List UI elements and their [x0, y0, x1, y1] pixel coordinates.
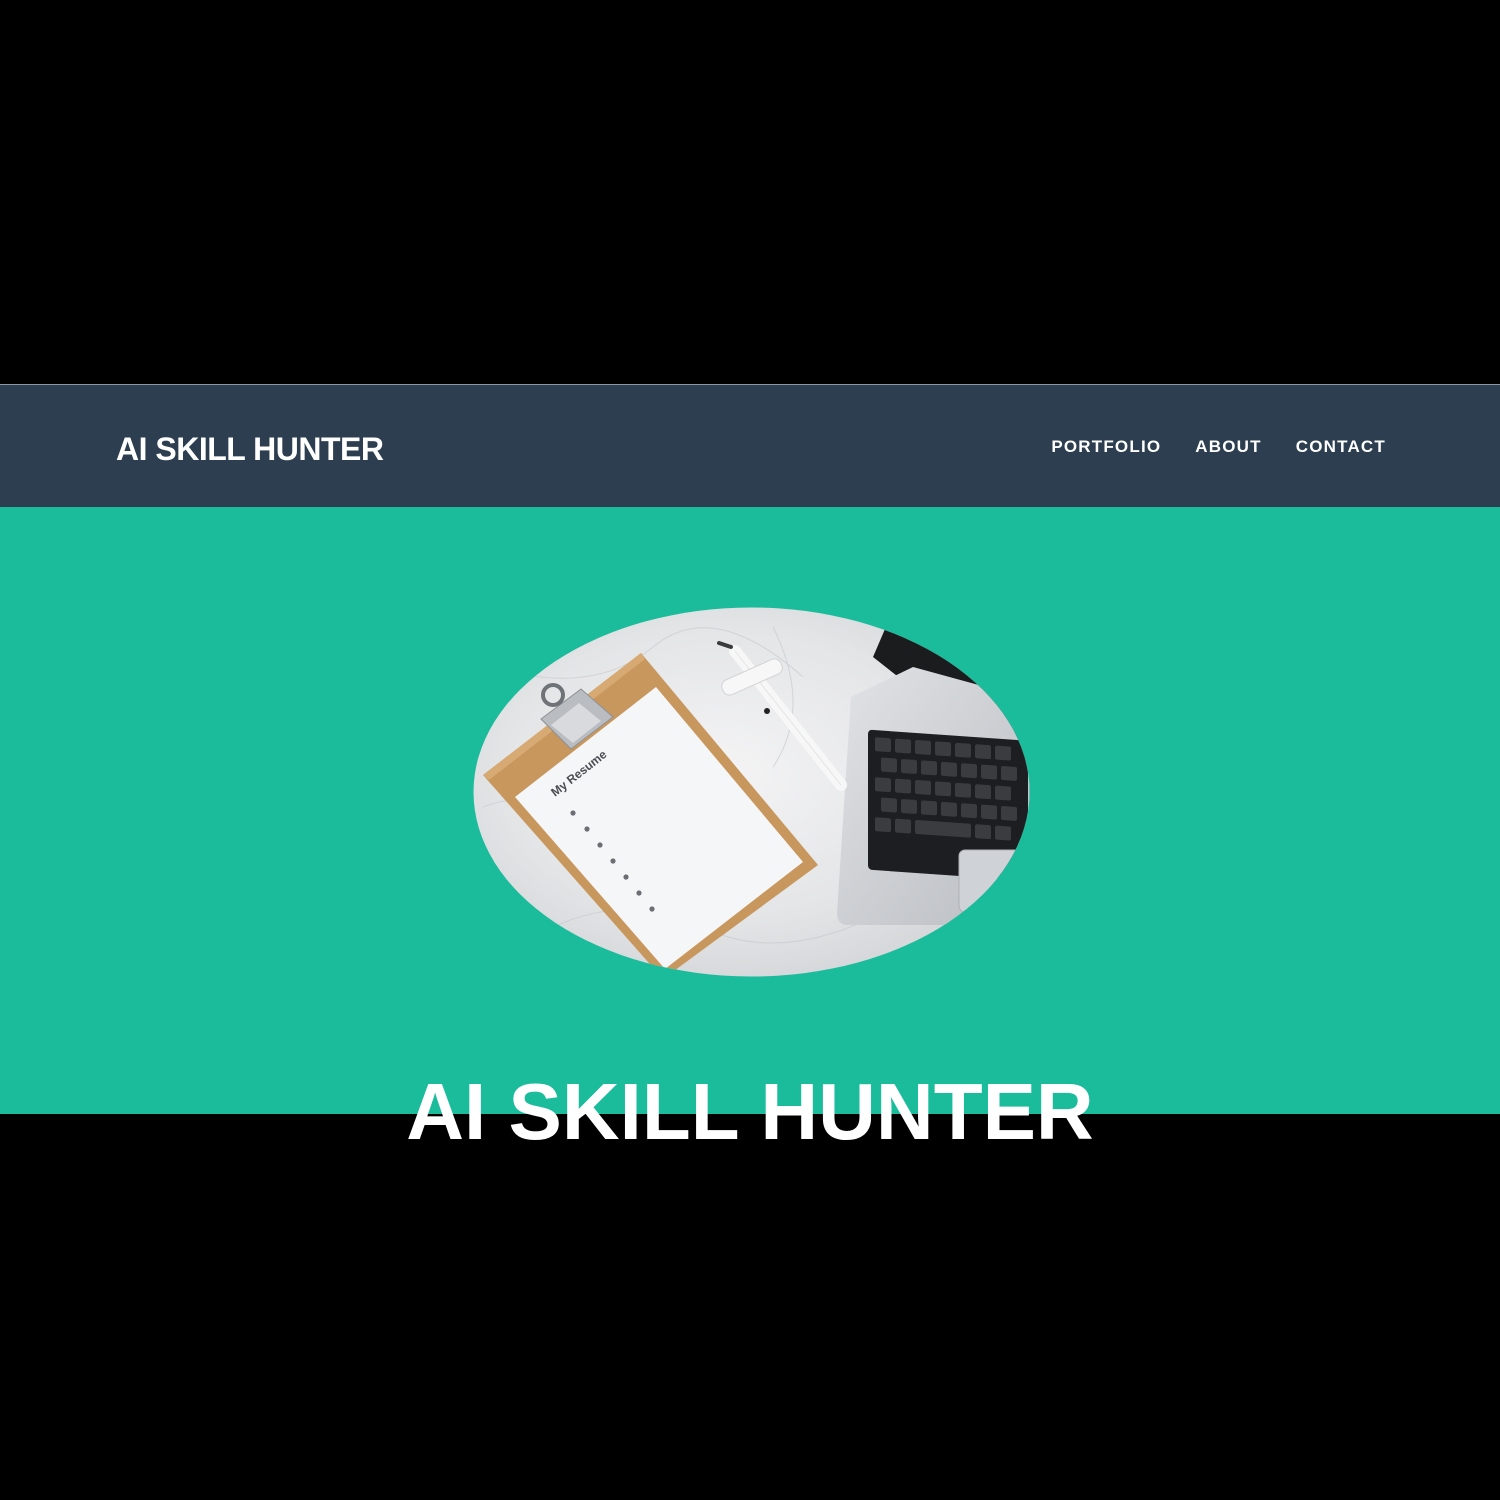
- nav-link-portfolio[interactable]: PORTFOLIO: [1051, 437, 1161, 457]
- hero-title: AI SKILL HUNTER: [406, 1066, 1094, 1156]
- nav-link-about[interactable]: ABOUT: [1195, 437, 1261, 457]
- brand-link[interactable]: AI SKILL HUNTER: [116, 431, 384, 468]
- nav-link-contact[interactable]: CONTACT: [1296, 437, 1386, 457]
- navbar: AI SKILL HUNTER PORTFOLIO ABOUT CONTACT: [0, 384, 1500, 507]
- nav-links: PORTFOLIO ABOUT CONTACT: [1051, 437, 1386, 457]
- page: AI SKILL HUNTER PORTFOLIO ABOUT CONTACT: [0, 0, 1500, 1500]
- hero-section: My Resume AI SKILL HUNTER: [0, 507, 1500, 1156]
- hero-image: My Resume: [473, 607, 1030, 977]
